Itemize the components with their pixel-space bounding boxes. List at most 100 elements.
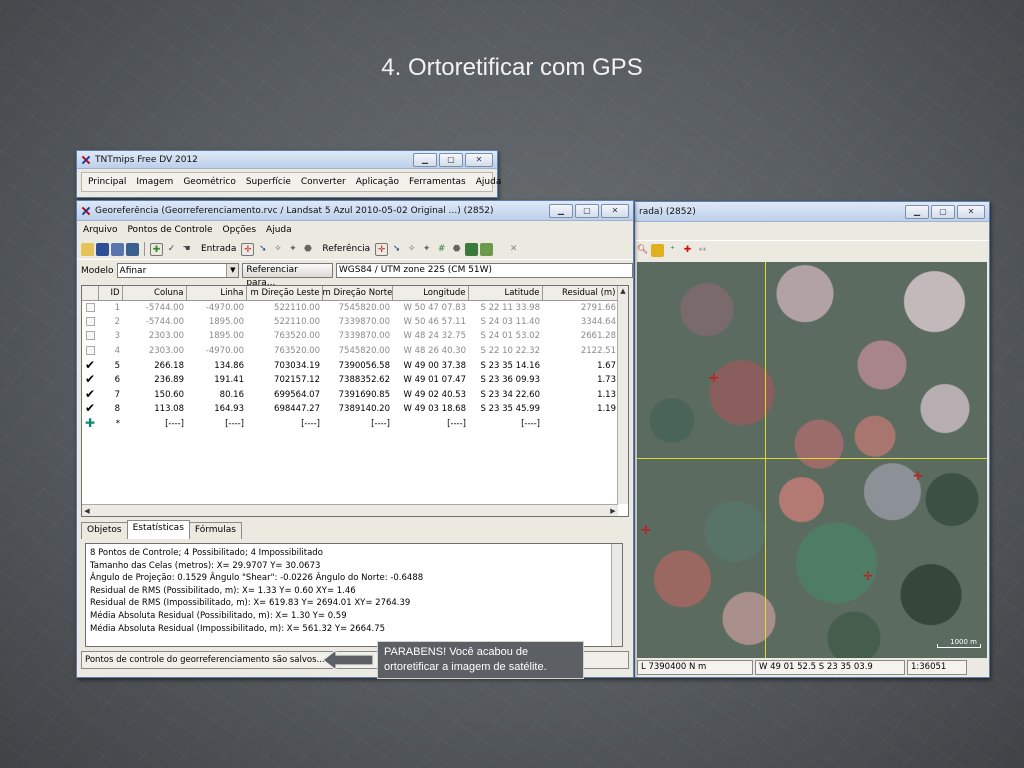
- new-point-row[interactable]: ✚ * [----] [----] [----] [----] [----] [----]: [82, 417, 618, 432]
- table-cell[interactable]: 1: [98, 300, 122, 315]
- table-cell[interactable]: 699564.07: [246, 388, 322, 403]
- maximize-button[interactable]: ▢: [575, 203, 599, 218]
- table-cell[interactable]: W 50 46 57.11: [392, 315, 468, 330]
- table-cell[interactable]: 2661.28: [542, 329, 618, 344]
- table-vertical-scrollbar[interactable]: ▲: [617, 286, 628, 504]
- menu-pontos-de-controle[interactable]: Pontos de Controle: [127, 225, 212, 235]
- zoom-icon[interactable]: 🔍︎: [636, 244, 649, 257]
- export-icon[interactable]: [480, 242, 494, 256]
- column-header-residual[interactable]: Residual (m): [542, 286, 619, 301]
- table-cell[interactable]: 2303.00: [122, 329, 186, 344]
- table-cell[interactable]: [----]: [392, 417, 468, 432]
- table-cell[interactable]: [----]: [122, 417, 186, 432]
- table-horizontal-scrollbar[interactable]: ◀ ▶: [82, 504, 618, 516]
- table-cell[interactable]: 7339870.00: [322, 329, 392, 344]
- input-crosshair-icon[interactable]: ✛: [241, 242, 255, 256]
- scroll-right-icon[interactable]: ▶: [608, 506, 618, 516]
- table-cell[interactable]: 1.19: [542, 402, 618, 417]
- minimize-button[interactable]: ▁: [549, 203, 573, 218]
- cancel-icon[interactable]: ✕: [507, 243, 520, 256]
- table-cell[interactable]: 522110.00: [246, 300, 322, 315]
- column-header-easting[interactable]: m Direção Leste: [246, 286, 323, 301]
- reference-grid-icon[interactable]: #: [435, 243, 448, 256]
- add-point-icon[interactable]: ⁺: [666, 244, 679, 257]
- table-cell[interactable]: 522110.00: [246, 315, 322, 330]
- table-cell[interactable]: 191.41: [186, 373, 246, 388]
- gcp-marker[interactable]: ✛: [913, 470, 923, 482]
- measure-icon[interactable]: ↔: [696, 244, 709, 257]
- table-cell[interactable]: 6: [98, 373, 122, 388]
- row-checkbox[interactable]: ✔: [82, 373, 98, 388]
- table-cell[interactable]: 266.18: [122, 358, 186, 373]
- close-button[interactable]: ✕: [957, 204, 985, 219]
- table-cell[interactable]: 150.60: [122, 388, 186, 403]
- gcp-marker[interactable]: ✛: [641, 524, 651, 536]
- row-checkbox[interactable]: [82, 344, 98, 359]
- table-cell[interactable]: 7389140.20: [322, 402, 392, 417]
- table-row[interactable]: ✔ 5 266.18 134.86 703034.19 7390056.58 W 49 00…: [82, 358, 618, 373]
- table-cell[interactable]: S 23 36 09.93: [468, 373, 542, 388]
- table-cell[interactable]: 5: [98, 358, 122, 373]
- table-cell[interactable]: [----]: [322, 417, 392, 432]
- table-cell[interactable]: [----]: [468, 417, 542, 432]
- table-cell[interactable]: 134.86: [186, 358, 246, 373]
- row-checkbox[interactable]: ✔: [82, 388, 98, 403]
- table-cell[interactable]: S 23 35 45.99: [468, 402, 542, 417]
- table-cell[interactable]: [----]: [246, 417, 322, 432]
- table-cell[interactable]: 1895.00: [186, 329, 246, 344]
- reference-arrow-icon[interactable]: ➘: [390, 243, 403, 256]
- table-cell[interactable]: S 24 03 11.40: [468, 315, 542, 330]
- menu-opcoes[interactable]: Opções: [223, 225, 256, 235]
- table-row[interactable]: ✔ 8 113.08 164.93 698447.27 7389140.20 W 49 03…: [82, 402, 618, 417]
- tab-formulas[interactable]: Fórmulas: [188, 522, 242, 539]
- menu-ajuda[interactable]: Ajuda: [266, 225, 292, 235]
- row-checkbox[interactable]: ✔: [82, 358, 98, 373]
- table-cell[interactable]: 236.89: [122, 373, 186, 388]
- column-header-longitude[interactable]: Longitude: [392, 286, 469, 301]
- table-cell[interactable]: S 24 01 53.02: [468, 329, 542, 344]
- table-cell[interactable]: W 49 01 07.47: [392, 373, 468, 388]
- table-cell[interactable]: 113.08: [122, 402, 186, 417]
- menu-arquivo[interactable]: Arquivo: [83, 225, 117, 235]
- maximize-button[interactable]: ▢: [931, 204, 955, 219]
- tab-objetos[interactable]: Objetos: [81, 522, 128, 539]
- check-icon[interactable]: ✓: [165, 243, 178, 256]
- pencil-icon[interactable]: [651, 244, 664, 257]
- table-cell[interactable]: 7390056.58: [322, 358, 392, 373]
- menu-ferramentas[interactable]: Ferramentas: [409, 177, 466, 187]
- open-folder-icon[interactable]: [81, 242, 94, 256]
- table-cell[interactable]: S 23 35 14.16: [468, 358, 542, 373]
- table-cell[interactable]: [----]: [186, 417, 246, 432]
- model-select[interactable]: Afinar ▼: [116, 263, 240, 278]
- row-checkbox[interactable]: [82, 300, 98, 315]
- menu-principal[interactable]: Principal: [88, 177, 126, 187]
- table-cell[interactable]: -5744.00: [122, 315, 186, 330]
- table-cell[interactable]: 2303.00: [122, 344, 186, 359]
- menu-superficie[interactable]: Superfície: [246, 177, 291, 187]
- table-cell[interactable]: W 48 26 40.30: [392, 344, 468, 359]
- table-row[interactable]: ✔ 6 236.89 191.41 702157.12 7388352.62 W 49 01…: [82, 373, 618, 388]
- table-row[interactable]: 3 2303.00 1895.00 763520.00 7339870.00 W 48 2…: [82, 329, 618, 344]
- table-cell[interactable]: 698447.27: [246, 402, 322, 417]
- hand-icon[interactable]: ☚: [180, 243, 193, 256]
- table-cell[interactable]: W 49 03 18.68: [392, 402, 468, 417]
- menu-geometrico[interactable]: Geométrico: [183, 177, 236, 187]
- table-cell[interactable]: 3344.64: [542, 315, 618, 330]
- import-icon[interactable]: [465, 242, 479, 256]
- table-cell[interactable]: 8: [98, 402, 122, 417]
- table-cell[interactable]: 2: [98, 315, 122, 330]
- table-cell[interactable]: 3: [98, 329, 122, 344]
- table-cell[interactable]: W 49 00 37.38: [392, 358, 468, 373]
- table-cell[interactable]: W 50 47 07.83: [392, 300, 468, 315]
- minimize-button[interactable]: ▁: [413, 152, 437, 167]
- table-cell[interactable]: 7388352.62: [322, 373, 392, 388]
- table-icon[interactable]: [126, 242, 139, 256]
- maximize-button[interactable]: ▢: [439, 152, 463, 167]
- gcp-marker[interactable]: ✛: [863, 570, 873, 582]
- table-cell[interactable]: 164.93: [186, 402, 246, 417]
- add-point-icon[interactable]: ✚: [150, 242, 163, 256]
- scroll-up-icon[interactable]: ▲: [618, 286, 628, 296]
- table-cell[interactable]: 763520.00: [246, 329, 322, 344]
- list-icon[interactable]: [111, 242, 124, 256]
- reference-remove-icon[interactable]: ✦: [420, 243, 433, 256]
